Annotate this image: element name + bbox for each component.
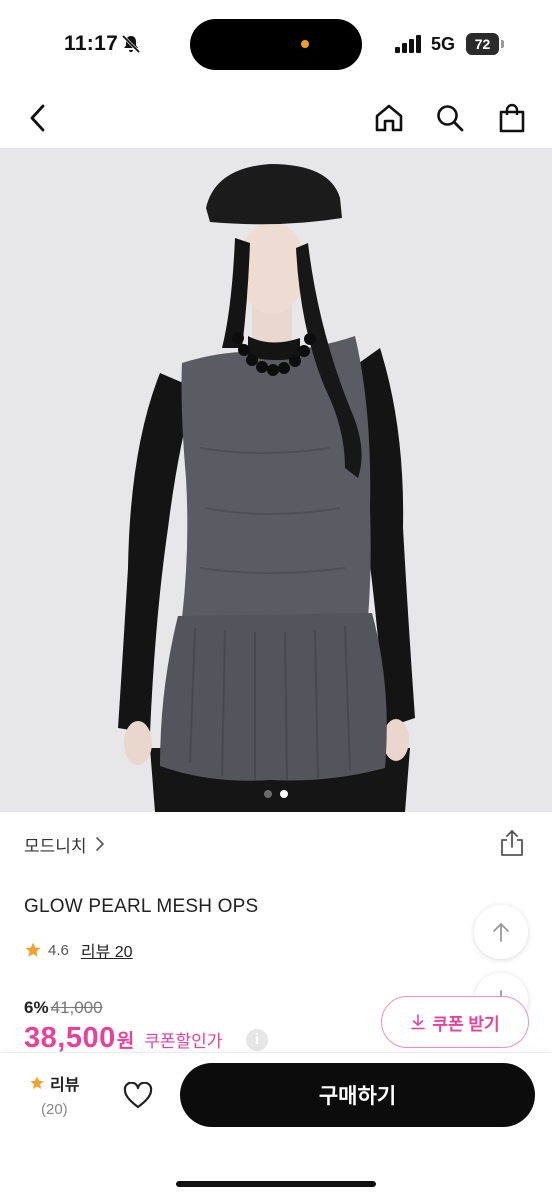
star-icon	[30, 1076, 44, 1089]
product-detail-screen: 11:17 5G 72 모드니치 GLOW PEARL MESH OPS 4.6…	[0, 0, 552, 1200]
status-time: 11:17	[64, 32, 119, 55]
wishlist-button[interactable]	[120, 1078, 156, 1114]
cart-button[interactable]	[492, 98, 532, 138]
carousel-dot	[264, 790, 272, 798]
buy-button[interactable]: 구매하기	[180, 1063, 535, 1127]
price-unit: 원	[116, 1031, 135, 1052]
share-icon[interactable]	[497, 828, 527, 858]
search-button[interactable]	[430, 98, 470, 138]
rating-row: 4.6 리뷰 20	[24, 939, 133, 961]
back-chevron-icon	[30, 104, 45, 132]
battery-tip	[501, 40, 504, 48]
product-name: GLOW PEARL MESH OPS	[24, 896, 259, 917]
battery-indicator: 72	[466, 33, 504, 55]
signal-icon	[395, 35, 421, 53]
download-icon	[411, 1014, 426, 1030]
coupon-price-label: 쿠폰할인가	[144, 1032, 223, 1051]
brand-name: 모드니치	[24, 836, 87, 856]
battery-level: 72	[474, 36, 491, 52]
brand-link[interactable]: 모드니치	[24, 832, 105, 856]
carousel-pagination	[264, 789, 294, 799]
review-count: (20)	[41, 1101, 68, 1118]
shopping-bag-icon	[499, 103, 525, 133]
dynamic-island	[190, 19, 362, 70]
nav-bar	[0, 88, 552, 148]
back-button[interactable]	[18, 98, 58, 138]
product-photo	[0, 148, 552, 812]
discount-percent: 6%	[24, 998, 49, 1017]
arrow-up-icon	[493, 923, 509, 942]
network-label: 5G	[431, 34, 456, 54]
review-link[interactable]: 리뷰 20	[81, 938, 133, 962]
star-icon	[25, 942, 41, 957]
status-bar: 11:17 5G 72	[0, 0, 552, 88]
bell-slash-icon	[121, 34, 141, 54]
review-summary-label: 리뷰	[50, 1077, 80, 1094]
info-icon[interactable]: i	[246, 1029, 268, 1051]
rating-value: 4.6	[48, 941, 69, 959]
carousel-dot-active	[280, 790, 288, 798]
chevron-right-icon	[95, 837, 104, 851]
scroll-top-button[interactable]	[474, 905, 528, 959]
privacy-indicator-dot	[301, 40, 309, 48]
coupon-button-label: 쿠폰 받기	[432, 1014, 500, 1034]
coupon-download-button[interactable]: 쿠폰 받기	[381, 996, 529, 1048]
search-icon	[437, 105, 464, 132]
heart-icon	[123, 1082, 153, 1109]
product-image-carousel[interactable]	[0, 148, 552, 812]
home-button[interactable]	[369, 98, 409, 138]
discount-row: 6% 41,000	[24, 998, 103, 1018]
home-indicator	[176, 1181, 376, 1187]
original-price: 41,000	[50, 998, 103, 1017]
sale-price: 38,500	[24, 1022, 116, 1054]
home-icon	[375, 104, 403, 132]
review-summary-button[interactable]: 리뷰 (20)	[29, 1071, 89, 1118]
sale-price-row: 38,500 원 쿠폰할인가	[24, 1022, 222, 1055]
